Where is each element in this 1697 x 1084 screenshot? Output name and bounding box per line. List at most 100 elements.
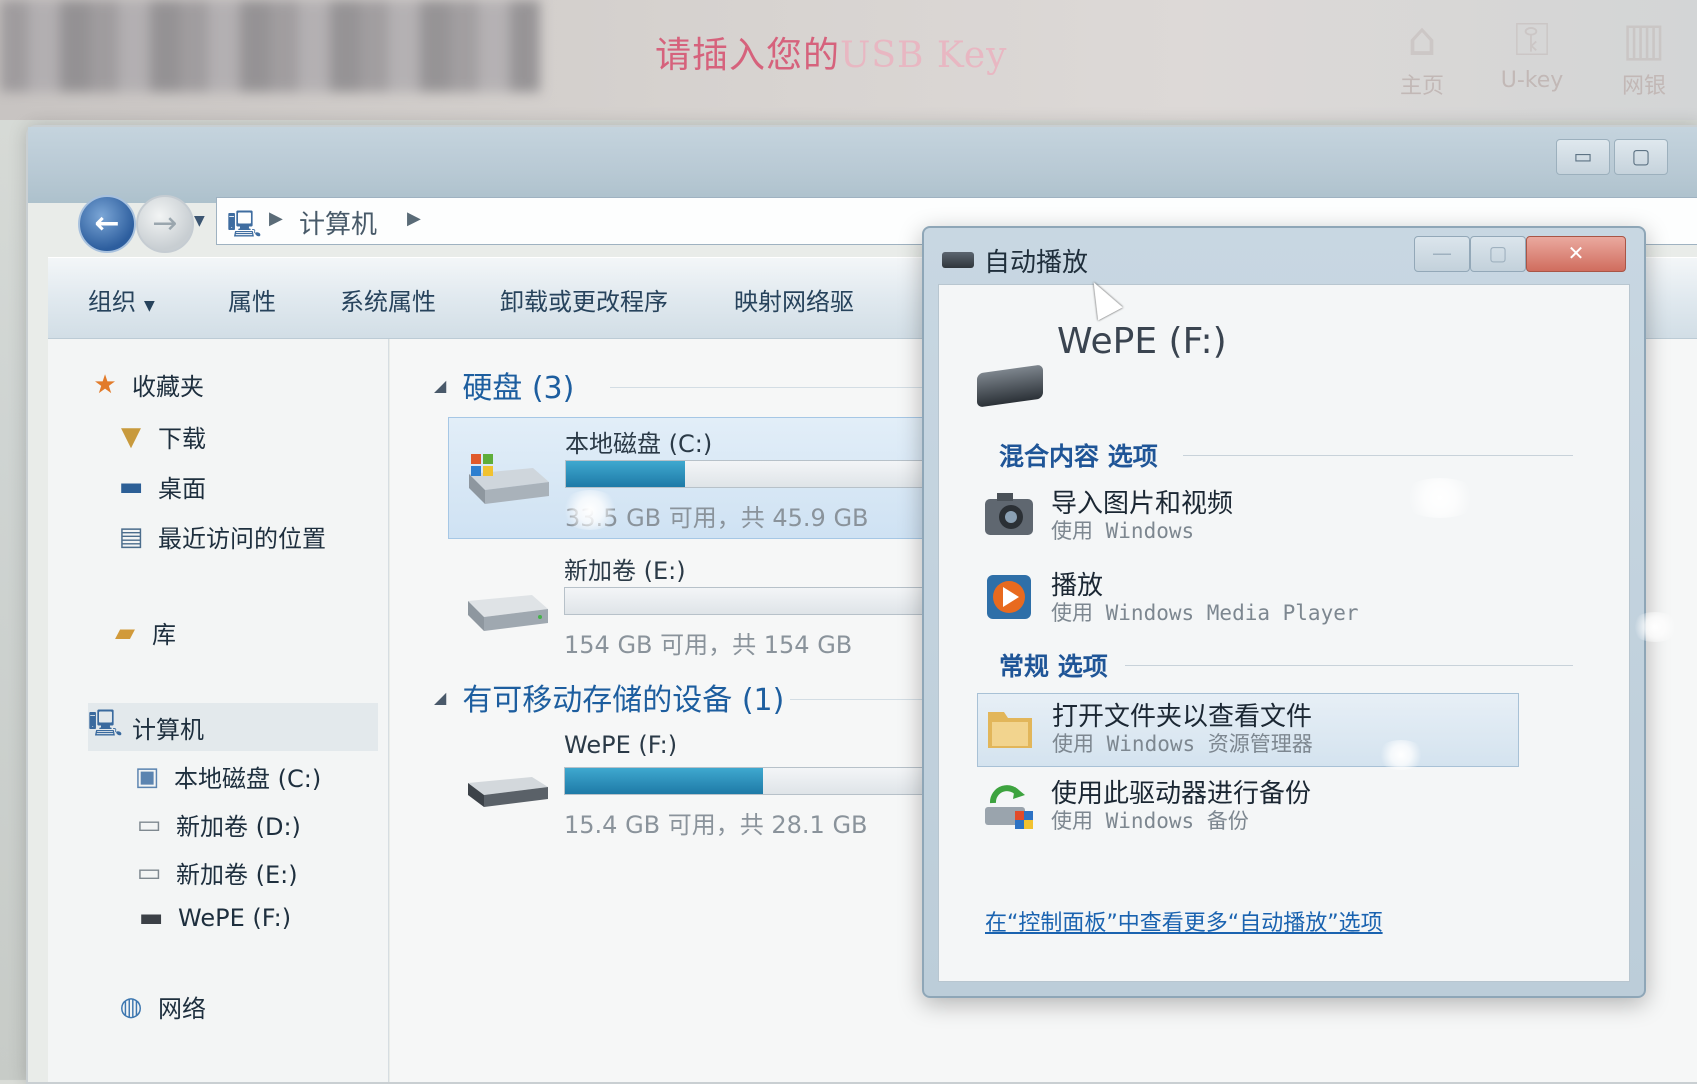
chevron-right-icon: ▶ bbox=[407, 208, 421, 229]
control-panel-link[interactable]: 在“控制面板”中查看更多“自动播放”选项 bbox=[985, 905, 1383, 937]
navigation-pane: ★ 收藏夹 ▼ 下载 ▬ 桌面 ▤ 最近访问的位置 ▰ 库 🖳 计算机 ▣ 本地… bbox=[48, 339, 389, 1082]
nav-bank[interactable]: ▥ 网银 bbox=[1599, 4, 1689, 100]
usb-key-prompt-lead: 请插入您的 bbox=[655, 35, 841, 76]
drive-icon bbox=[942, 252, 974, 268]
back-button[interactable]: ← bbox=[78, 195, 136, 253]
sidebar-item-drive-f[interactable]: ▬ WePE (F:) bbox=[134, 903, 291, 933]
chevron-down-icon: ▼ bbox=[144, 298, 155, 314]
hard-drive-icon: ▭ bbox=[136, 857, 162, 888]
media-player-icon bbox=[987, 575, 1031, 619]
hard-drive-icon bbox=[468, 595, 548, 631]
option-subtitle: 使用 Windows bbox=[1051, 519, 1195, 543]
collapse-triangle-icon: ◢ bbox=[434, 375, 447, 395]
divider bbox=[1125, 665, 1573, 666]
blurred-region bbox=[0, 0, 540, 92]
sidebar-item-label: WePE (F:) bbox=[178, 904, 292, 932]
sidebar-item-label: 下载 bbox=[158, 425, 206, 453]
recent-places-icon: ▤ bbox=[118, 521, 144, 552]
nav-ukey[interactable]: ⚿ U-key bbox=[1487, 4, 1577, 93]
drive-capacity: 154 GB 可用，共 154 GB bbox=[564, 631, 853, 659]
close-button[interactable]: ✕ bbox=[1526, 236, 1626, 272]
organize-button[interactable]: 组织 ▼ bbox=[88, 282, 155, 317]
autoplay-body: WePE (F:) 混合内容 选项 导入图片和视频 使用 Windows 播放 … bbox=[938, 284, 1630, 982]
option-import-pictures[interactable]: 导入图片和视频 使用 Windows bbox=[977, 481, 1517, 553]
banner-nav: ⌂ 主页 ⚿ U-key ▥ 网银 bbox=[1367, 0, 1697, 110]
camera-icon bbox=[985, 493, 1033, 535]
sidebar-item-label: 库 bbox=[152, 621, 176, 649]
maximize-button[interactable]: ▢ bbox=[1614, 139, 1668, 175]
drive-usage-fill bbox=[565, 768, 763, 794]
drive-capacity: 15.4 GB 可用，共 28.1 GB bbox=[564, 811, 868, 839]
backup-icon bbox=[985, 785, 1033, 829]
usb-drive-icon bbox=[468, 777, 548, 807]
folder-icon bbox=[988, 712, 1032, 748]
network-icon: ◍ bbox=[119, 991, 143, 1022]
sidebar-item-label: 最近访问的位置 bbox=[158, 525, 326, 553]
sidebar-item-drive-e[interactable]: ▭ 新加卷 (E:) bbox=[132, 855, 298, 890]
system-properties-button[interactable]: 系统属性 bbox=[340, 282, 436, 317]
sidebar-item-label: 桌面 bbox=[158, 475, 206, 503]
map-network-drive-button[interactable]: 映射网络驱 bbox=[734, 282, 854, 317]
drive-name: 本地磁盘 (C:) bbox=[565, 430, 713, 458]
star-icon: ★ bbox=[93, 369, 117, 400]
sidebar-item-drive-c[interactable]: ▣ 本地磁盘 (C:) bbox=[130, 759, 322, 794]
option-subtitle: 使用 Windows 备份 bbox=[1051, 809, 1249, 833]
usb-key-icon: ⚿ bbox=[1514, 12, 1550, 66]
history-dropdown[interactable]: ▼ bbox=[194, 213, 205, 229]
usb-key-prompt-tail: USB Key bbox=[840, 35, 1008, 76]
drive-capacity: 33.5 GB 可用，共 45.9 GB bbox=[565, 504, 869, 532]
bank-icon: ▥ bbox=[1622, 12, 1666, 66]
sidebar-item-label: 新加卷 (D:) bbox=[176, 813, 301, 841]
general-options-heading: 常规 选项 bbox=[999, 652, 1108, 681]
group-removable-label: 有可移动存储的设备 (1) bbox=[462, 683, 785, 718]
desktop-icon: ▬ bbox=[118, 471, 144, 502]
option-subtitle: 使用 Windows 资源管理器 bbox=[1052, 732, 1313, 756]
breadcrumb-computer[interactable]: 计算机 bbox=[299, 204, 377, 241]
downloads-folder-icon: ▼ bbox=[121, 421, 141, 452]
autoplay-title: 自动播放 bbox=[984, 248, 1089, 278]
sidebar-item-desktop[interactable]: ▬ 桌面 bbox=[114, 469, 206, 504]
sidebar-item-recent-places[interactable]: ▤ 最近访问的位置 bbox=[114, 519, 326, 554]
hard-drive-icon: ▭ bbox=[136, 809, 162, 840]
maximize-button[interactable]: ▢ bbox=[1470, 236, 1526, 272]
minimize-button[interactable]: ▭ bbox=[1556, 139, 1610, 175]
sidebar-item-network[interactable]: ◍ 网络 bbox=[114, 989, 206, 1024]
computer-icon: 🖳 bbox=[227, 210, 262, 240]
group-removable[interactable]: ◢ 有可移动存储的设备 (1) bbox=[434, 675, 784, 719]
autoplay-drive-name: WePE (F:) bbox=[1057, 321, 1227, 362]
minimize-button[interactable]: — bbox=[1414, 236, 1470, 272]
mixed-content-heading: 混合内容 选项 bbox=[999, 442, 1158, 471]
forward-button[interactable]: → bbox=[136, 195, 194, 253]
computer-icon: 🖳 bbox=[88, 709, 123, 739]
home-icon: ⌂ bbox=[1407, 12, 1437, 66]
sidebar-item-downloads[interactable]: ▼ 下载 bbox=[114, 419, 206, 454]
forward-arrow-icon: → bbox=[152, 206, 178, 241]
organize-label: 组织 bbox=[88, 288, 136, 316]
chevron-right-icon: ▶ bbox=[269, 208, 283, 229]
sidebar-item-label: 计算机 bbox=[132, 715, 204, 744]
sidebar-item-label: 网络 bbox=[158, 995, 206, 1023]
properties-button[interactable]: 属性 bbox=[228, 282, 276, 317]
group-hard-disks[interactable]: ◢ 硬盘 (3) bbox=[434, 363, 574, 407]
library-icon: ▰ bbox=[115, 617, 135, 648]
drive-usage-fill bbox=[566, 461, 685, 487]
background-web-banner: 请插入您的USB Key ⌂ 主页 ⚿ U-key ▥ 网银 bbox=[0, 0, 1697, 120]
option-open-folder[interactable]: 打开文件夹以查看文件 使用 Windows 资源管理器 bbox=[977, 693, 1519, 767]
sidebar-item-libraries[interactable]: ▰ 库 bbox=[108, 615, 176, 650]
usb-key-prompt: 请插入您的USB Key bbox=[655, 26, 1008, 78]
option-backup-drive[interactable]: 使用此驱动器进行备份 使用 Windows 备份 bbox=[977, 771, 1517, 843]
group-hard-disks-label: 硬盘 (3) bbox=[462, 371, 575, 406]
usb-drive-icon: ▬ bbox=[138, 903, 164, 933]
divider bbox=[1183, 455, 1573, 456]
close-icon: ✕ bbox=[1567, 241, 1585, 265]
sidebar-item-label: 收藏夹 bbox=[132, 373, 204, 401]
sidebar-item-computer[interactable]: 🖳 计算机 bbox=[88, 703, 378, 751]
nav-home[interactable]: ⌂ 主页 bbox=[1377, 4, 1467, 100]
autoplay-dialog: 自动播放 — ▢ ✕ WePE (F:) 混合内容 选项 导入图片和视频 使用 … bbox=[922, 226, 1646, 998]
sidebar-item-favorites[interactable]: ★ 收藏夹 bbox=[88, 367, 204, 402]
usb-drive-icon bbox=[977, 364, 1043, 408]
option-play-media[interactable]: 播放 使用 Windows Media Player bbox=[977, 563, 1517, 635]
drive-name: 新加卷 (E:) bbox=[564, 557, 686, 585]
sidebar-item-drive-d[interactable]: ▭ 新加卷 (D:) bbox=[132, 807, 301, 842]
uninstall-program-button[interactable]: 卸载或更改程序 bbox=[500, 282, 668, 317]
